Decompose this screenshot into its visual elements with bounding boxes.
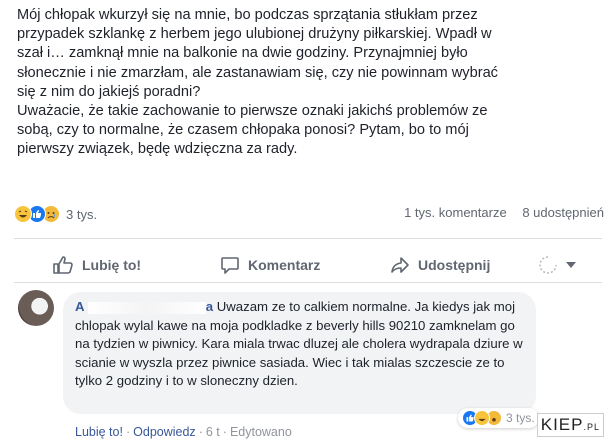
loading-spinner-icon bbox=[539, 256, 557, 274]
audience-selector[interactable] bbox=[538, 250, 584, 280]
comment-bubble: A a Uwazam ze to calkiem normalne. Ja ki… bbox=[63, 292, 536, 414]
share-icon bbox=[391, 257, 409, 273]
post-paragraph-1: Mój chłopak wkurzył się na mnie, bo podc… bbox=[17, 7, 498, 100]
comment-author[interactable]: A a bbox=[75, 299, 213, 314]
share-button[interactable]: Udostępnij bbox=[390, 250, 490, 280]
comment-icon bbox=[221, 257, 239, 274]
divider bbox=[14, 238, 602, 239]
post-engagement: 1 tys. komentarze 8 udostępnień bbox=[392, 205, 604, 220]
like-label: Lubię to! bbox=[82, 257, 142, 273]
post-stats: 3 tys. 1 tys. komentarze 8 udostępnień bbox=[14, 205, 604, 225]
kiep-watermark-logo: KIEP.PL bbox=[536, 413, 604, 437]
post-text: Mój chłopak wkurzył się na mnie, bo podc… bbox=[17, 6, 602, 160]
comments-count[interactable]: 1 tys. komentarze bbox=[404, 205, 507, 220]
redacted-name bbox=[87, 301, 206, 314]
reactions-count[interactable]: 3 tys. bbox=[66, 207, 97, 222]
comment-reply-link[interactable]: Odpowiedz bbox=[133, 425, 196, 439]
divider bbox=[14, 282, 602, 283]
comment-label: Komentarz bbox=[248, 257, 321, 273]
comment-edited[interactable]: Edytowano bbox=[230, 425, 292, 439]
like-button[interactable]: Lubię to! bbox=[52, 250, 141, 280]
comment-reactions-count: 3 tys. bbox=[506, 411, 535, 425]
share-label: Udostępnij bbox=[418, 257, 491, 273]
reactions-summary[interactable]: 3 tys. bbox=[14, 205, 97, 223]
commenter-avatar[interactable] bbox=[18, 290, 54, 326]
haha-reaction-icon bbox=[14, 205, 32, 223]
caret-down-icon bbox=[566, 262, 576, 268]
thumbs-up-icon bbox=[53, 256, 73, 274]
comment-actions: Lubię to! · Odpowiedz · 6 t · Edytowano bbox=[75, 425, 292, 439]
comment-time[interactable]: 6 t bbox=[206, 425, 220, 439]
comment-button[interactable]: Komentarz bbox=[220, 250, 320, 280]
comment-reactions[interactable]: 3 tys. bbox=[458, 408, 539, 428]
post-actions: Lubię to! Komentarz Udostępnij bbox=[0, 250, 610, 280]
haha-reaction-icon bbox=[474, 410, 490, 426]
post-paragraph-2: Uważacie, że takie zachowanie to pierwsz… bbox=[17, 103, 488, 158]
shares-count[interactable]: 8 udostępnień bbox=[522, 205, 604, 220]
comment-like-link[interactable]: Lubię to! bbox=[75, 425, 123, 439]
